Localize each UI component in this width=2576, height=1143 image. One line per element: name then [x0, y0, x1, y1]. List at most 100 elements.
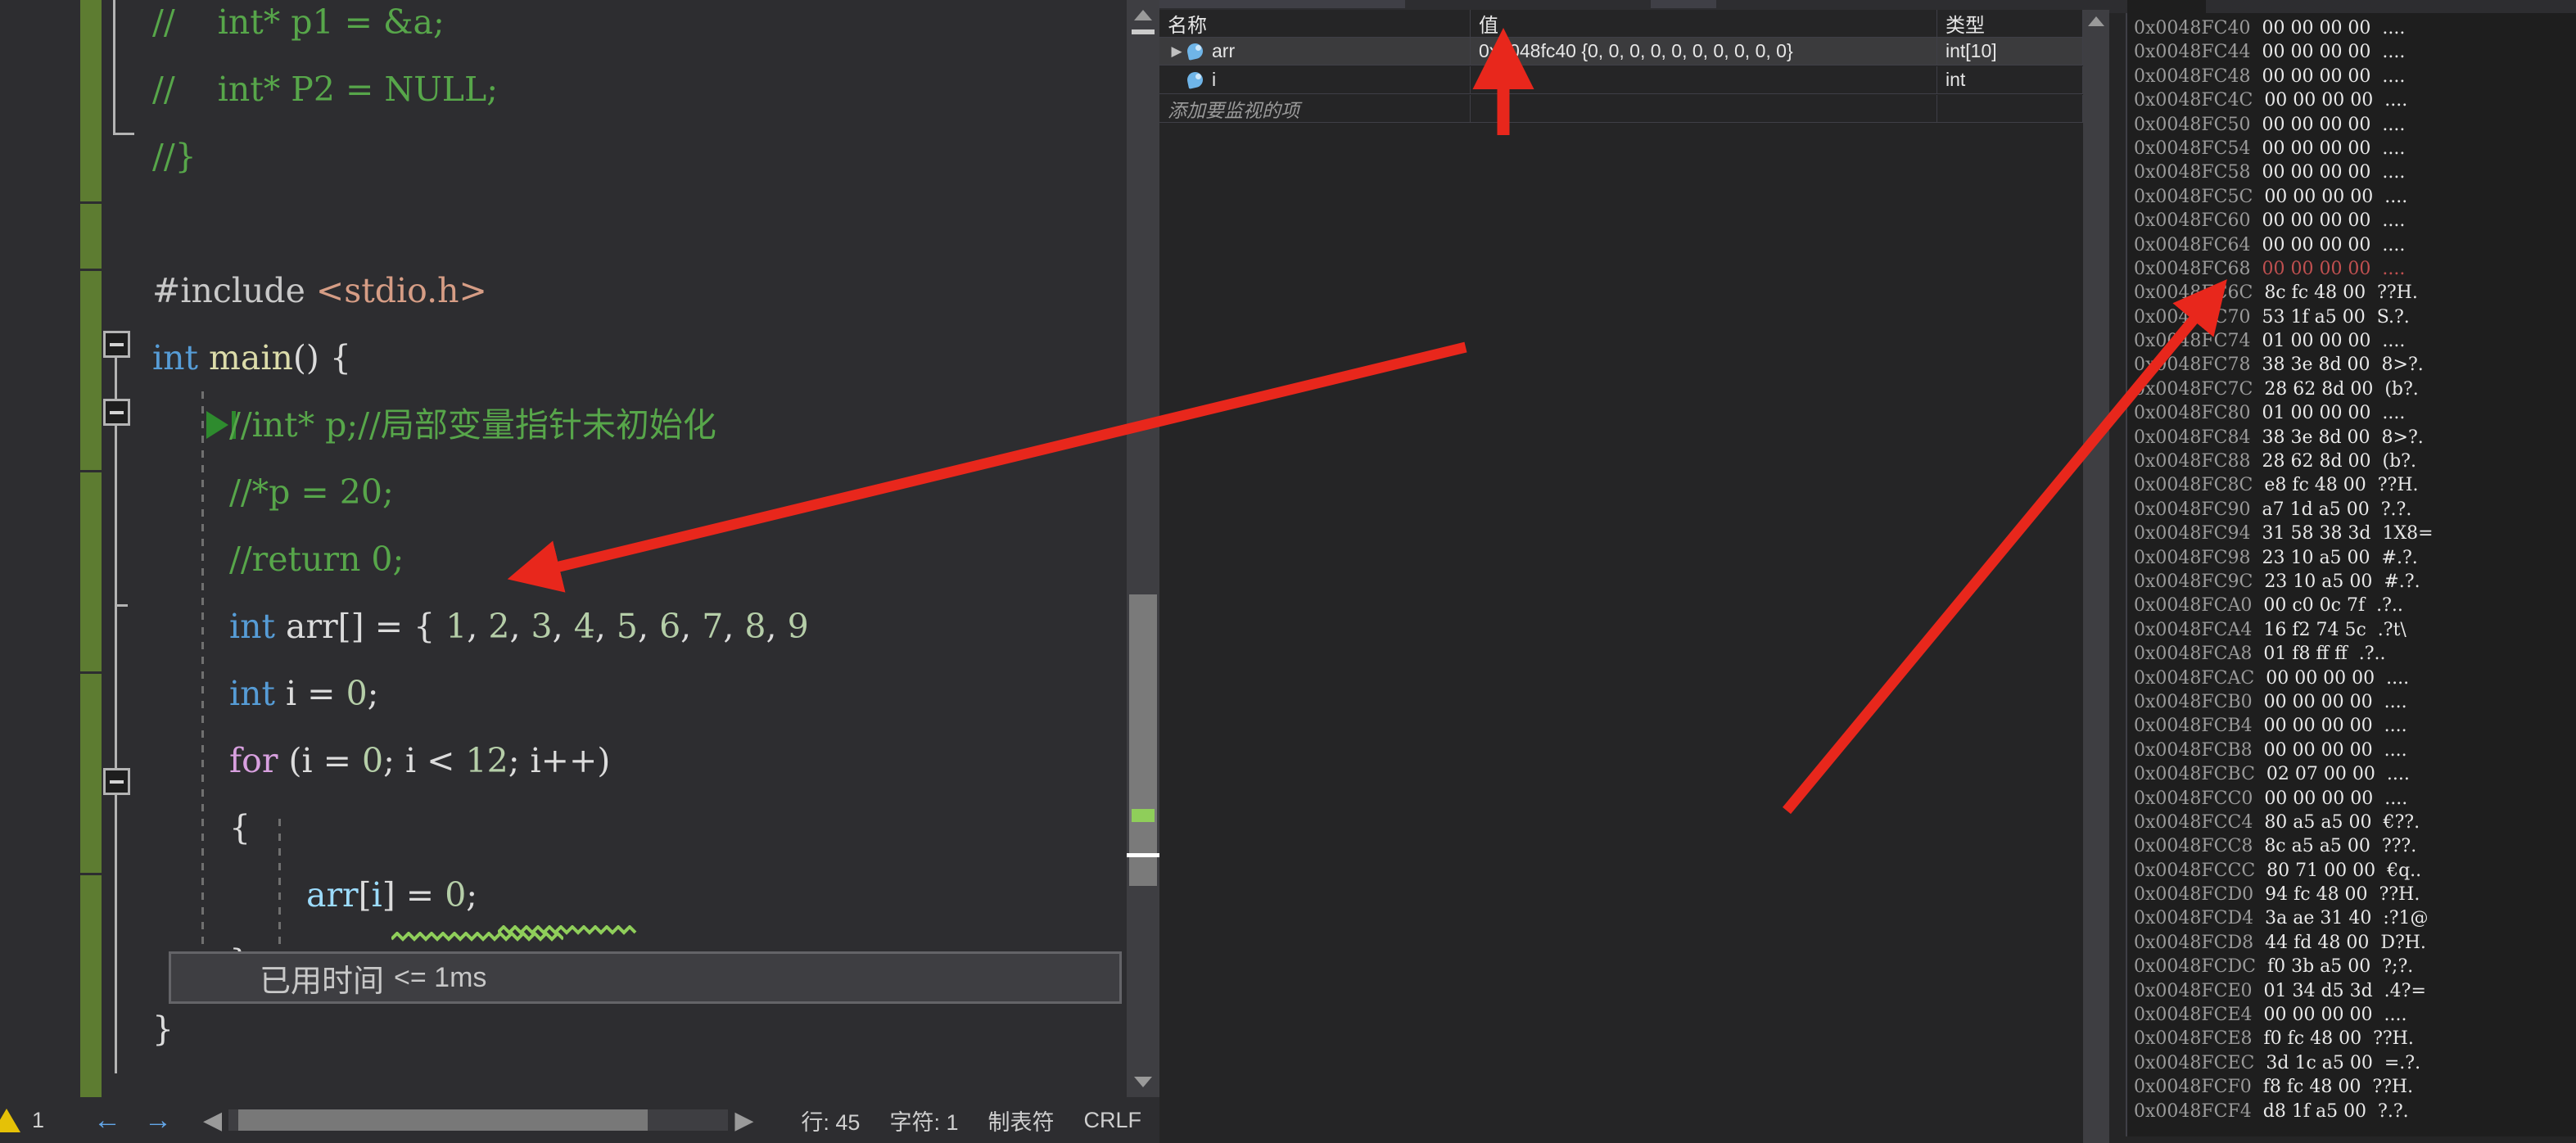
memory-hex-bytes[interactable]: 00 00 00 00 — [2250, 42, 2370, 62]
code-line[interactable]: //} — [152, 123, 197, 190]
memory-hex-bytes[interactable]: 01 00 00 00 — [2250, 403, 2370, 423]
watch-header-value[interactable]: 值 — [1471, 9, 1937, 38]
memory-row[interactable]: 0x0048FCEC 3d 1c a5 00 =.?. — [2127, 1051, 2576, 1075]
memory-hex-bytes[interactable]: 00 c0 0c 7f — [2252, 595, 2365, 616]
memory-row[interactable]: 0x0048FC68 00 00 00 00 .... — [2127, 257, 2576, 281]
memory-tab[interactable] — [2127, 0, 2206, 13]
memory-row[interactable]: 0x0048FCD4 3a ae 31 40 :?1@ — [2127, 906, 2576, 930]
scroll-up-arrow-icon[interactable] — [2088, 16, 2104, 26]
memory-row[interactable]: 0x0048FCC0 00 00 00 00 .... — [2127, 787, 2576, 811]
memory-hex-bytes[interactable]: f0 3b a5 00 — [2256, 956, 2370, 977]
memory-row[interactable]: 0x0048FC9C 23 10 a5 00 #.?. — [2127, 570, 2576, 594]
code-line[interactable]: // int* p1 = &a; — [152, 0, 445, 56]
memory-hex-bytes[interactable]: 01 f8 ff ff — [2252, 644, 2347, 664]
memory-row[interactable]: 0x0048FCF0 f8 fc 48 00 ??H. — [2127, 1075, 2576, 1099]
memory-hex-bytes[interactable]: d8 1f a5 00 — [2252, 1101, 2366, 1122]
indent-mode[interactable]: 制表符 — [973, 1105, 1069, 1136]
memory-row[interactable]: 0x0048FC60 00 00 00 00 .... — [2127, 209, 2576, 233]
memory-row[interactable]: 0x0048FCE8 f0 fc 48 00 ??H. — [2127, 1027, 2576, 1050]
memory-hex-bytes[interactable]: 3d 1c a5 00 — [2254, 1053, 2373, 1073]
memory-row[interactable]: 0x0048FC6C 8c fc 48 00 ??H. — [2127, 281, 2576, 305]
memory-hex-bytes[interactable]: 23 10 a5 00 — [2250, 548, 2370, 568]
editor-horizontal-scrollbar[interactable] — [228, 1109, 729, 1131]
memory-hex-bytes[interactable]: 53 1f a5 00 — [2250, 307, 2365, 328]
code-line[interactable]: for (i = 0; i < 12; i++) — [229, 727, 610, 794]
code-line[interactable]: int main() { — [152, 324, 351, 391]
watch-add-item-value[interactable] — [1471, 94, 1937, 123]
memory-hex-bytes[interactable]: 31 58 38 3d — [2250, 523, 2370, 544]
memory-row[interactable]: 0x0048FCF4 d8 1f a5 00 ?.?. — [2127, 1100, 2576, 1123]
memory-row[interactable]: 0x0048FC54 00 00 00 00 .... — [2127, 137, 2576, 160]
memory-hex-bytes[interactable]: 00 00 00 00 — [2253, 90, 2373, 111]
memory-hex-bytes[interactable]: 00 00 00 00 — [2250, 235, 2370, 255]
memory-row[interactable]: 0x0048FCD0 94 fc 48 00 ??H. — [2127, 883, 2576, 906]
memory-hex-bytes[interactable]: 80 71 00 00 — [2255, 861, 2375, 881]
code-line[interactable]: #include <stdio.h> — [152, 257, 487, 324]
memory-hex-bytes[interactable]: 3a ae 31 40 — [2253, 908, 2371, 928]
memory-hex-bytes[interactable]: 00 00 00 00 — [2250, 66, 2370, 87]
memory-hex-bytes[interactable]: 8c a5 a5 00 — [2253, 836, 2370, 856]
memory-hex-bytes[interactable]: e8 fc 48 00 — [2253, 475, 2366, 495]
navigate-forward-icon[interactable]: → — [133, 1105, 183, 1136]
watch-cell-name[interactable]: ▶ arr — [1159, 37, 1471, 66]
code-line[interactable]: //int* p;//局部变量指针未初始化 — [229, 391, 716, 459]
memory-hex-bytes[interactable]: 00 00 00 00 — [2250, 259, 2370, 279]
memory-row[interactable]: 0x0048FC4C 00 00 00 00 .... — [2127, 88, 2576, 112]
watch-row[interactable]: i 10 int — [1159, 66, 2083, 94]
memory-row[interactable]: 0x0048FCD8 44 fd 48 00 D?H. — [2127, 931, 2576, 955]
memory-hex-bytes[interactable]: 23 10 a5 00 — [2253, 572, 2372, 592]
memory-row[interactable]: 0x0048FCA0 00 c0 0c 7f .?.. — [2127, 594, 2576, 617]
memory-row[interactable]: 0x0048FCC4 80 a5 a5 00 €??. — [2127, 811, 2576, 834]
memory-hex-bytes[interactable]: 00 00 00 00 — [2250, 138, 2370, 159]
memory-hex-bytes[interactable]: 00 00 00 00 — [2250, 18, 2370, 38]
watch-add-item-input[interactable]: 添加要监视的项 — [1159, 94, 1471, 123]
memory-hex-bytes[interactable]: 00 00 00 00 — [2253, 716, 2373, 736]
memory-row[interactable]: 0x0048FC5C 00 00 00 00 .... — [2127, 185, 2576, 209]
memory-row[interactable]: 0x0048FCDC f0 3b a5 00 ?;?. — [2127, 955, 2576, 978]
memory-row[interactable]: 0x0048FCAC 00 00 00 00 .... — [2127, 666, 2576, 690]
code-line[interactable]: } — [152, 996, 174, 1063]
hscroll-thumb[interactable] — [238, 1109, 649, 1131]
code-line[interactable]: { — [229, 794, 251, 861]
hscroll-right-arrow-icon[interactable]: ▶ — [734, 1106, 753, 1135]
memory-hex-bytes[interactable]: 00 00 00 00 — [2253, 740, 2373, 761]
memory-hex-bytes[interactable]: 01 34 d5 3d — [2253, 981, 2373, 1001]
code-line[interactable]: int i = 0; — [229, 660, 379, 727]
code-line[interactable]: arr[i] = 0; — [306, 861, 477, 928]
memory-row[interactable]: 0x0048FC44 00 00 00 00 .... — [2127, 40, 2576, 64]
memory-hex-bytes[interactable]: 94 fc 48 00 — [2253, 884, 2367, 905]
memory-dump-list[interactable]: 0x0048FC40 00 00 00 00 .... 0x0048FC44 00… — [2126, 13, 2576, 1136]
memory-hex-bytes[interactable]: 00 00 00 00 — [2253, 692, 2373, 712]
watch-header-type[interactable]: 类型 — [1937, 9, 2083, 38]
code-line[interactable]: //*p = 20; — [229, 459, 394, 526]
memory-row[interactable]: 0x0048FC7C 28 62 8d 00 (b?. — [2127, 377, 2576, 401]
editor-scroll-thumb[interactable] — [1129, 594, 1157, 886]
navigate-back-icon[interactable]: ← — [82, 1105, 133, 1136]
scroll-down-arrow-icon[interactable] — [1134, 1077, 1152, 1087]
memory-hex-bytes[interactable]: 38 3e 8d 00 — [2250, 427, 2370, 448]
memory-row[interactable]: 0x0048FC74 01 00 00 00 .... — [2127, 329, 2576, 353]
memory-hex-bytes[interactable]: f8 fc 48 00 — [2252, 1077, 2361, 1097]
watch-row[interactable]: ▶ arr 0x0048fc40 {0, 0, 0, 0, 0, 0, 0, 0, … — [1159, 37, 2083, 66]
memory-row[interactable]: 0x0048FC84 38 3e 8d 00 8>?. — [2127, 426, 2576, 450]
memory-hex-bytes[interactable]: 28 62 8d 00 — [2250, 451, 2370, 472]
memory-row[interactable]: 0x0048FCA4 16 f2 74 5c .?t\ — [2127, 618, 2576, 642]
memory-hex-bytes[interactable]: 8c fc 48 00 — [2253, 282, 2366, 303]
memory-row[interactable]: 0x0048FCE4 00 00 00 00 .... — [2127, 1003, 2576, 1027]
memory-hex-bytes[interactable]: 00 00 00 00 — [2250, 210, 2370, 231]
memory-hex-bytes[interactable]: 00 00 00 00 — [2250, 115, 2370, 135]
expand-chevron-icon[interactable]: ▶ — [1168, 43, 1186, 60]
watch-header-name[interactable]: 名称 — [1159, 9, 1471, 38]
watch-cell-value[interactable]: 10 — [1471, 66, 1937, 94]
warning-triangle-icon[interactable] — [0, 1108, 20, 1132]
memory-row[interactable]: 0x0048FC50 00 00 00 00 .... — [2127, 113, 2576, 137]
memory-hex-bytes[interactable]: 00 00 00 00 — [2253, 788, 2373, 809]
memory-row[interactable]: 0x0048FC48 00 00 00 00 .... — [2127, 65, 2576, 88]
memory-hex-bytes[interactable]: 01 00 00 00 — [2250, 331, 2370, 351]
memory-row[interactable]: 0x0048FCB8 00 00 00 00 .... — [2127, 739, 2576, 762]
watch-cell-value[interactable]: 0x0048fc40 {0, 0, 0, 0, 0, 0, 0, 0, 0, 0… — [1471, 37, 1937, 66]
scroll-up-arrow-icon[interactable] — [1134, 10, 1152, 20]
memory-row[interactable]: 0x0048FC90 a7 1d a5 00 ?.?. — [2127, 498, 2576, 522]
memory-row[interactable]: 0x0048FC94 31 58 38 3d 1X8= — [2127, 522, 2576, 545]
memory-hex-bytes[interactable]: 00 00 00 00 — [2253, 187, 2373, 207]
